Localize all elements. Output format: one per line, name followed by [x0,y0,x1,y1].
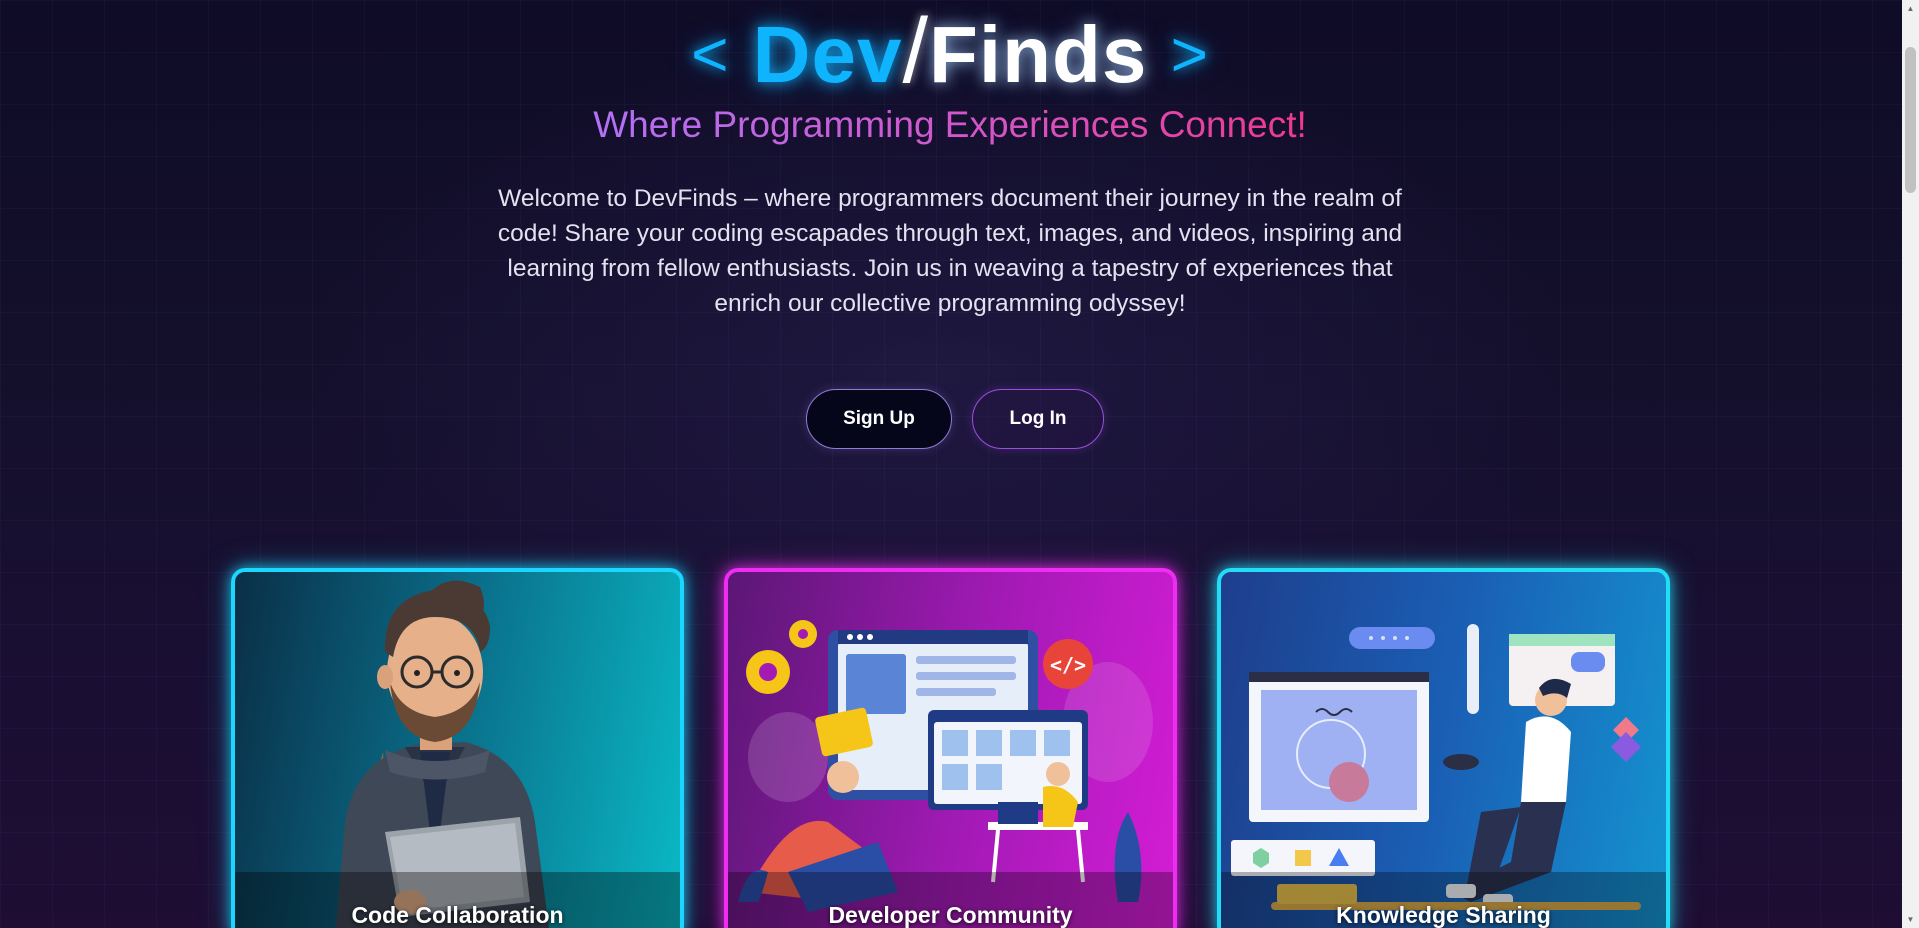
landing-page: < Dev/Finds > Where Programming Experien… [0,0,1919,928]
tagline-wrapper: Where Programming Experiences Connect! [0,102,1900,148]
intro-paragraph: Welcome to DevFinds – where programmers … [497,185,1403,317]
community-dashboard-illustration: </> [728,620,1173,928]
card-title: Developer Community [828,902,1073,928]
log-in-button[interactable]: Log In [972,389,1104,449]
scroll-up-arrow-icon[interactable]: ▲ [1902,0,1919,17]
logo-finds-text: Finds [929,10,1148,99]
card-title: Code Collaboration [351,902,564,928]
logo-open-bracket: < [691,18,730,90]
logo-dev-text: Dev [752,10,903,99]
learning-with-tablet-illustration [1221,624,1666,928]
feature-card-developer-community[interactable]: </> Developer Community [724,568,1177,928]
vertical-scrollbar[interactable]: ▲ ▼ [1902,0,1919,928]
scroll-down-arrow-icon[interactable]: ▼ [1902,911,1919,928]
code-icon: </> [1050,653,1086,677]
feature-card-knowledge-sharing[interactable]: Knowledge Sharing [1217,568,1670,928]
tagline: Where Programming Experiences Connect! [593,104,1307,145]
logo-close-bracket: > [1170,18,1209,90]
site-logo[interactable]: < Dev/Finds > [0,5,1900,100]
logo-slash: / [902,0,929,102]
scroll-thumb[interactable] [1905,47,1916,193]
developer-with-laptop-illustration [235,580,680,928]
sign-up-button[interactable]: Sign Up [806,389,952,449]
feature-card-code-collaboration[interactable]: Code Collaboration [231,568,684,928]
card-title: Knowledge Sharing [1336,902,1551,928]
auth-buttons: Sign Up Log In [0,389,1900,449]
